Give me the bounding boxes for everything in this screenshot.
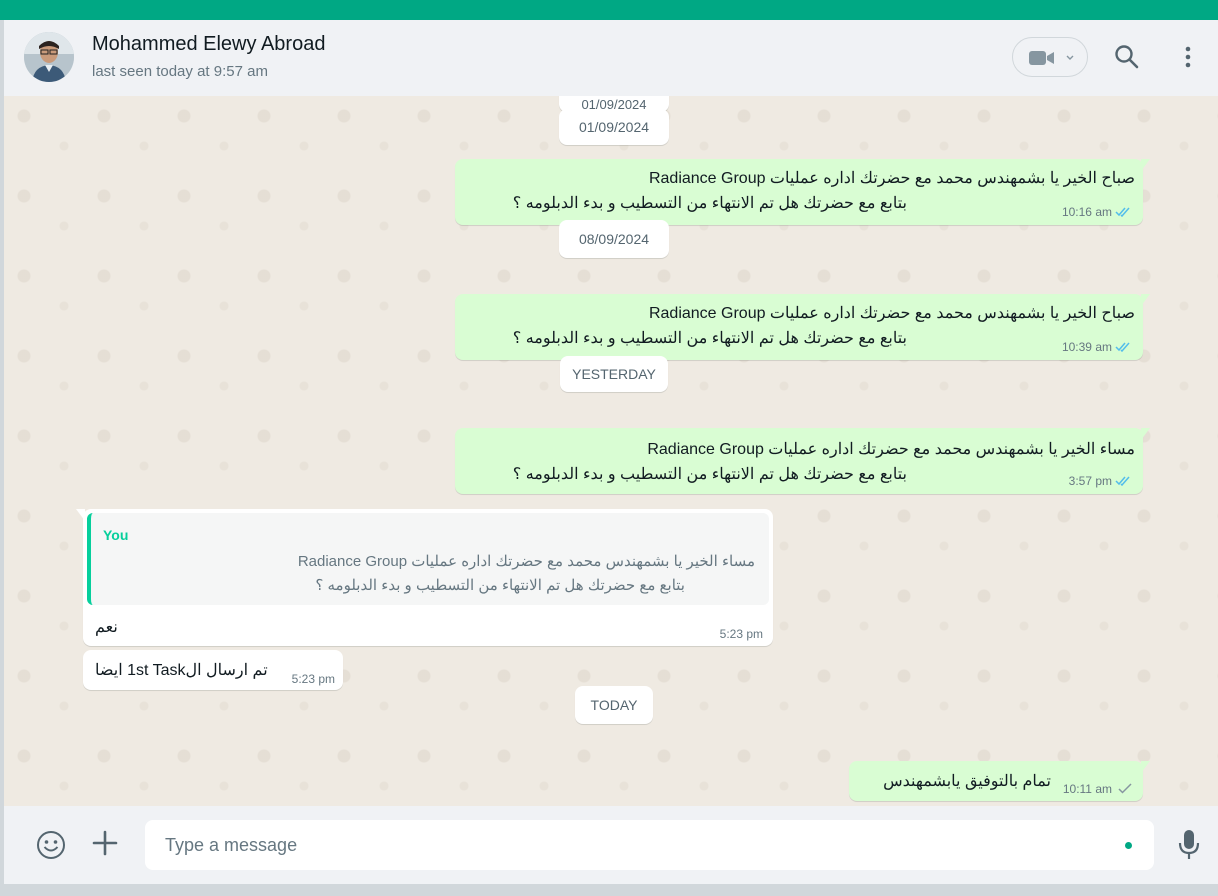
search-icon	[1115, 45, 1139, 69]
emoji-button[interactable]	[36, 830, 66, 865]
message-text: بتابع مع حضرتك هل تم الانتهاء من التسطيب…	[512, 195, 907, 212]
message-text: بتابع مع حضرتك هل تم الانتهاء من التسطيب…	[512, 466, 907, 483]
message-text: صباح الخير يا بشمهندس محمد مع حضرتك ادار…	[648, 305, 1135, 322]
contact-name[interactable]: Mohammed Elewy Abroad	[92, 33, 325, 56]
message-time: 5:23 pm	[719, 627, 763, 641]
contact-status: last seen today at 9:57 am	[92, 63, 268, 80]
voice-message-button[interactable]	[1178, 829, 1200, 866]
chat-header: Mohammed Elewy Abroad last seen today at…	[4, 20, 1218, 97]
video-call-button[interactable]	[1012, 37, 1088, 77]
menu-button[interactable]	[1180, 44, 1196, 70]
quote-text: بتابع مع حضرتك هل تم الانتهاء من التسطيب…	[315, 577, 685, 594]
chat-window: Mohammed Elewy Abroad last seen today at…	[4, 20, 1218, 884]
attach-button[interactable]	[92, 830, 118, 861]
message-time: 10:39 am	[1061, 340, 1112, 354]
message-text: نعم	[95, 619, 118, 636]
message-input-box	[145, 820, 1154, 870]
message-list[interactable]: 01/09/2024 01/09/2024 صباح الخير يا بشمه…	[4, 96, 1218, 806]
emoji-icon	[37, 831, 65, 859]
chevron-down-icon	[1066, 55, 1074, 60]
incoming-message[interactable]: You مساء الخير يا بشمهندس محمد مع حضرتك …	[76, 509, 773, 646]
quote-text: مساء الخير يا بشمهندس محمد مع حضرتك ادار…	[297, 553, 755, 570]
date-chip: YESTERDAY	[560, 356, 668, 392]
message-time: 3:57 pm	[1068, 474, 1112, 488]
message-input[interactable]	[145, 820, 1105, 870]
outgoing-message[interactable]: تمام بالتوفيق يابشمهندس 10:11 am	[849, 761, 1150, 801]
message-text: صباح الخير يا بشمهندس محمد مع حضرتك ادار…	[648, 170, 1135, 187]
message-text: بتابع مع حضرتك هل تم الانتهاء من التسطيب…	[512, 330, 907, 347]
quoted-message[interactable]: You مساء الخير يا بشمهندس محمد مع حضرتك …	[87, 513, 769, 605]
date-chip: 01/09/2024	[559, 109, 669, 145]
message-text: تمام بالتوفيق يابشمهندس	[883, 773, 1051, 790]
menu-icon	[1185, 46, 1191, 68]
message-time: 10:16 am	[1061, 205, 1112, 219]
status-dot	[1125, 842, 1132, 849]
microphone-icon	[1178, 830, 1200, 859]
quote-author: You	[103, 527, 129, 543]
date-chip: TODAY	[575, 686, 653, 724]
double-tick-icon	[1115, 342, 1130, 352]
date-chip: 08/09/2024	[559, 220, 669, 258]
double-tick-icon	[1115, 207, 1130, 217]
outgoing-message[interactable]: مساء الخير يا بشمهندس محمد مع حضرتك ادار…	[455, 428, 1150, 494]
plus-icon	[92, 830, 118, 856]
video-call-icon	[1029, 51, 1054, 65]
single-tick-icon	[1118, 783, 1132, 794]
message-composer	[4, 806, 1218, 884]
message-time: 10:11 am	[1062, 782, 1112, 796]
outgoing-message[interactable]: صباح الخير يا بشمهندس محمد مع حضرتك ادار…	[455, 294, 1150, 360]
incoming-message[interactable]: تم ارسال ال1st Task ايضا 5:23 pm	[83, 650, 343, 690]
double-tick-icon	[1115, 476, 1130, 486]
avatar[interactable]	[24, 32, 74, 82]
outgoing-message[interactable]: صباح الخير يا بشمهندس محمد مع حضرتك ادار…	[455, 159, 1150, 225]
message-text: تم ارسال ال1st Task ايضا	[95, 662, 268, 679]
search-button[interactable]	[1114, 44, 1140, 70]
message-text: مساء الخير يا بشمهندس محمد مع حضرتك ادار…	[647, 441, 1135, 458]
top-accent-bar	[0, 0, 1218, 20]
message-time: 5:23 pm	[291, 672, 335, 686]
